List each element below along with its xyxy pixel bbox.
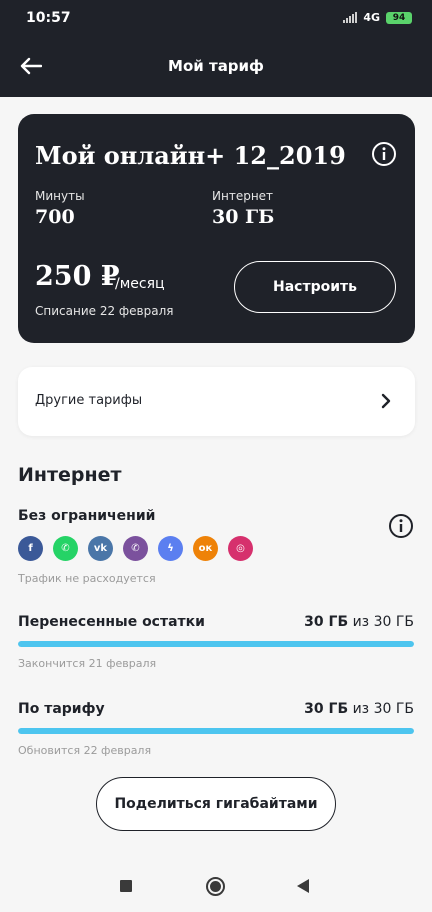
minutes-label: Минуты: [35, 189, 85, 203]
rollover-title: Перенесенные остатки: [18, 614, 205, 630]
rollover-total: 30 ГБ: [373, 614, 414, 630]
vk-icon: vk: [88, 536, 113, 561]
internet-section-title: Интернет: [18, 464, 122, 486]
share-gigabytes-button[interactable]: Поделиться гигабайтами: [96, 777, 336, 831]
odnoklassniki-icon: ок: [193, 536, 218, 561]
viber-icon: ✆: [123, 536, 148, 561]
page-title: Мой тариф: [168, 57, 264, 75]
status-bar: 10:57 4G 94: [0, 0, 432, 36]
internet-label: Интернет: [212, 189, 274, 203]
rollover-amount: 30 ГБ из 30 ГБ: [304, 614, 414, 630]
other-tariffs-link[interactable]: Другие тарифы: [18, 367, 415, 436]
traffic-note: Трафик не расходуется: [18, 572, 156, 585]
messenger-icon: ϟ: [158, 536, 183, 561]
rollover-progress: [18, 641, 414, 647]
plan-separator: из: [352, 701, 370, 717]
internet-value: 30 ГБ: [212, 206, 275, 228]
plan-title: По тарифу: [18, 701, 105, 717]
plan-progress-fill: [18, 728, 414, 734]
instagram-icon: ◎: [228, 536, 253, 561]
tariff-name: Мой онлайн+ 12_2019: [35, 141, 346, 170]
battery-icon: 94: [386, 11, 412, 24]
configure-button[interactable]: Настроить: [234, 261, 396, 313]
system-nav-bar: [0, 858, 432, 912]
tariff-card: Мой онлайн+ 12_2019 Минуты 700 Интернет …: [18, 114, 415, 343]
tariff-price: 250 ₽: [35, 261, 120, 292]
plan-used: 30 ГБ: [304, 701, 349, 717]
plan-amount: 30 ГБ из 30 ГБ: [304, 701, 414, 717]
unlimited-title: Без ограничений: [18, 508, 156, 524]
info-icon[interactable]: [388, 513, 414, 539]
facebook-icon: f: [18, 536, 43, 561]
other-tariffs-label: Другие тарифы: [35, 393, 143, 408]
plan-progress: [18, 728, 414, 734]
charge-date: Списание 22 февраля: [35, 304, 174, 318]
system-back-icon[interactable]: [297, 879, 309, 893]
rollover-progress-fill: [18, 641, 414, 647]
rollover-note: Закончится 21 февраля: [18, 657, 157, 670]
app-bar: Мой тариф: [0, 36, 432, 97]
signal-icon: [343, 12, 358, 23]
rollover-used: 30 ГБ: [304, 614, 349, 630]
status-time: 10:57: [26, 10, 71, 26]
home-icon[interactable]: [206, 877, 225, 896]
plan-total: 30 ГБ: [373, 701, 414, 717]
chevron-right-icon: [381, 393, 391, 409]
info-icon[interactable]: [371, 141, 397, 167]
network-type: 4G: [363, 11, 380, 24]
whatsapp-icon: ✆: [53, 536, 78, 561]
recent-apps-icon[interactable]: [120, 880, 132, 892]
rollover-separator: из: [352, 614, 370, 630]
plan-note: Обновится 22 февраля: [18, 744, 152, 757]
minutes-value: 700: [35, 206, 75, 228]
status-indicators: 4G 94: [343, 11, 412, 24]
price-period: /месяц: [115, 276, 165, 292]
unlimited-apps: f ✆ vk ✆ ϟ ок ◎: [18, 536, 253, 561]
